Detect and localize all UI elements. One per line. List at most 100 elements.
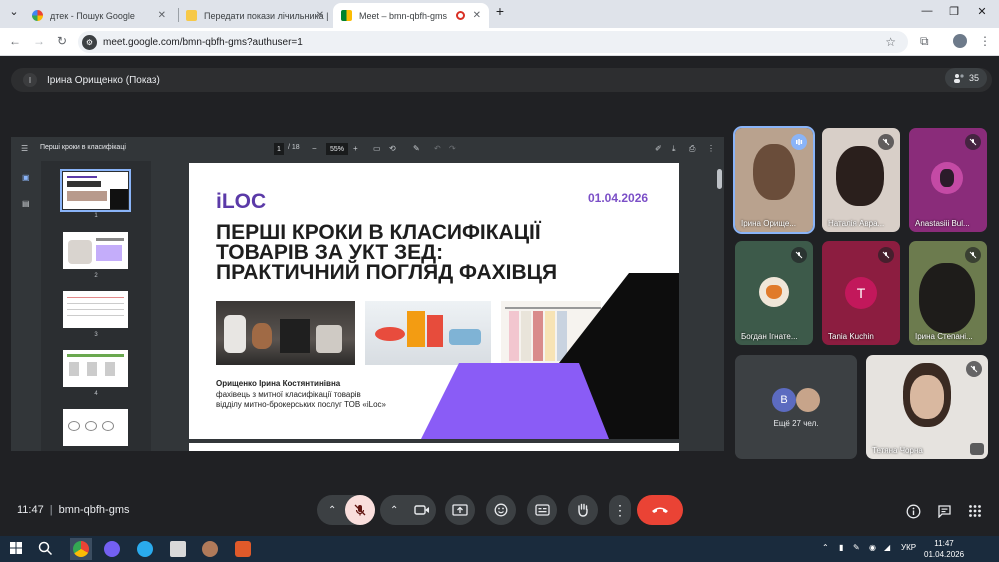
tab-dtek[interactable]: Передати покази лічильника | ✕ — [178, 3, 332, 28]
pdf-menu-icon[interactable]: ☰ — [21, 144, 28, 153]
activities-button[interactable] — [966, 502, 984, 520]
zoom-out-icon[interactable]: − — [312, 144, 317, 153]
participants-count: 35 — [968, 73, 979, 83]
viber-taskbar-icon[interactable] — [104, 541, 120, 557]
tray-date: 01.04.2026 — [924, 550, 965, 559]
profile-avatar[interactable] — [953, 34, 967, 48]
meeting-time: 11:47 — [17, 504, 44, 516]
zoom-in-icon[interactable]: + — [353, 144, 358, 153]
presenter-banner: І Ірина Орищенко (Показ) — [11, 68, 992, 92]
mic-toggle-button[interactable] — [345, 495, 375, 525]
draw-icon[interactable]: ✎ — [413, 144, 420, 153]
new-tab-button[interactable]: + — [490, 3, 510, 19]
extensions-icon[interactable]: ⧉ — [920, 34, 929, 49]
participant-tile[interactable]: Ірина Степані... — [909, 241, 987, 345]
camera-options-chevron-icon[interactable]: ⌃ — [390, 505, 398, 516]
mic-off-icon — [966, 361, 982, 377]
tab-google-search[interactable]: дтек - Пошук Google ✕ — [24, 3, 174, 28]
meeting-info: 11:47 | bmn-qbfh-gms — [17, 504, 130, 516]
annotate-icon[interactable]: ✐ — [655, 144, 662, 153]
reactions-button[interactable] — [486, 495, 516, 525]
close-icon[interactable]: ✕ — [158, 10, 166, 21]
media-app-taskbar-icon[interactable] — [170, 541, 186, 557]
captions-button[interactable] — [527, 495, 557, 525]
close-icon[interactable]: ✕ — [473, 10, 481, 21]
slide-role-line: фахівець з митної класифікації товарів — [216, 390, 361, 399]
window-close-icon[interactable]: ✕ — [972, 5, 992, 18]
maximize-icon[interactable]: ❐ — [944, 5, 964, 18]
leave-call-button[interactable] — [637, 495, 683, 525]
participant-tile[interactable]: T Tania Kuchin — [822, 241, 900, 345]
download-icon[interactable]: ⤓ — [672, 144, 676, 154]
browser-tab-strip: ⌄ дтек - Пошук Google ✕ Передати покази … — [0, 0, 999, 28]
present-button[interactable] — [445, 495, 475, 525]
redo-icon[interactable]: ↷ — [449, 144, 456, 153]
others-tile[interactable]: B Ещё 27 чел. — [735, 355, 857, 459]
chrome-taskbar-icon[interactable] — [70, 538, 92, 560]
back-icon[interactable]: ← — [9, 34, 21, 48]
mic-off-icon — [965, 134, 981, 150]
pdf-more-icon[interactable]: ⋮ — [707, 144, 715, 153]
rotate-icon[interactable]: ⟲ — [389, 144, 396, 153]
chat-button[interactable] — [935, 502, 953, 520]
tab-search-chevron-icon[interactable]: ⌄ — [4, 5, 24, 18]
raise-hand-button[interactable] — [568, 495, 598, 525]
undo-icon[interactable]: ↶ — [434, 144, 441, 153]
thumbnails-icon[interactable]: ▣ — [22, 173, 30, 182]
close-icon[interactable]: ✕ — [316, 10, 324, 21]
participant-name: Наталія Авра... — [828, 219, 885, 228]
tray-volume-icon[interactable]: ◢ — [884, 543, 890, 552]
mic-options-chevron-icon[interactable]: ⌃ — [328, 505, 336, 516]
thumbnail-page-1[interactable] — [60, 169, 131, 212]
document-scrollbar[interactable] — [717, 169, 722, 189]
meeting-separator: | — [49, 504, 53, 516]
page-number-input[interactable]: 1 — [274, 143, 284, 155]
thumbnail-page-4[interactable] — [63, 350, 128, 387]
fit-page-icon[interactable]: ▭ — [373, 144, 381, 153]
meeting-details-button[interactable] — [904, 502, 922, 520]
browser-menu-icon[interactable]: ⋮ — [979, 34, 991, 48]
paint-taskbar-icon[interactable] — [235, 541, 251, 557]
outline-icon[interactable]: ▤ — [22, 199, 30, 208]
more-options-button[interactable]: ⋮ — [609, 495, 631, 525]
taskbar-search-icon[interactable] — [38, 541, 54, 557]
thumbnail-page-3[interactable] — [63, 291, 128, 328]
tab-meet[interactable]: Meet – bmn-qbfh-gms ✕ — [333, 3, 489, 28]
tray-phone-icon[interactable]: ▮ — [839, 543, 843, 552]
tray-chevron-icon[interactable]: ⌃ — [822, 543, 829, 552]
participant-tile[interactable]: Ірина Орище... — [733, 126, 815, 234]
site-info-icon[interactable]: ⚙ — [82, 34, 97, 50]
tray-network-icon[interactable]: ◉ — [869, 543, 876, 552]
pin-icon[interactable] — [970, 443, 984, 455]
reload-icon[interactable]: ↻ — [57, 34, 67, 48]
bookmark-star-icon[interactable]: ☆ — [885, 35, 896, 49]
participant-name: Tania Kuchin — [828, 332, 874, 341]
participant-avatar — [931, 162, 963, 194]
forward-icon[interactable]: → — [33, 34, 45, 48]
zoom-input[interactable]: 55% — [326, 143, 348, 155]
mic-control-group: ⌃ — [317, 495, 375, 525]
participants-button[interactable]: 35 — [945, 68, 987, 88]
thumbnail-number: 1 — [94, 213, 98, 219]
minimize-icon[interactable]: — — [917, 5, 937, 17]
thumbnail-number: 2 — [94, 273, 98, 279]
camera-toggle-button[interactable] — [408, 495, 436, 525]
url-text[interactable]: meet.google.com/bmn-qbfh-gms?authuser=1 — [103, 37, 303, 48]
app-taskbar-icon[interactable] — [202, 541, 218, 557]
omnibox[interactable]: ⚙ meet.google.com/bmn-qbfh-gms?authuser=… — [78, 31, 908, 53]
info-icon — [906, 504, 920, 518]
telegram-taskbar-icon[interactable] — [137, 541, 153, 557]
thumbnail-page-2[interactable] — [63, 232, 128, 269]
participant-tile[interactable]: Anastasiii Bul... — [909, 128, 987, 232]
thumbnail-number: 3 — [94, 332, 98, 338]
tray-pen-icon[interactable]: ✎ — [853, 543, 860, 552]
windows-start-icon[interactable] — [9, 541, 25, 557]
print-icon[interactable]: ⎙ — [689, 144, 695, 154]
tray-clock[interactable]: 11:47 01.04.2026 — [924, 538, 964, 560]
participant-tile[interactable]: Тетяна Чорна — [866, 355, 988, 459]
participant-tile[interactable]: Наталія Авра... — [822, 128, 900, 232]
windows-taskbar: ⌃ ▮ ✎ ◉ ◢ УКР 11:47 01.04.2026 — [0, 536, 999, 562]
thumbnail-page-5[interactable] — [63, 409, 128, 446]
participant-tile[interactable]: Богдан Ігнате... — [735, 241, 813, 345]
tray-language[interactable]: УКР — [901, 543, 916, 552]
